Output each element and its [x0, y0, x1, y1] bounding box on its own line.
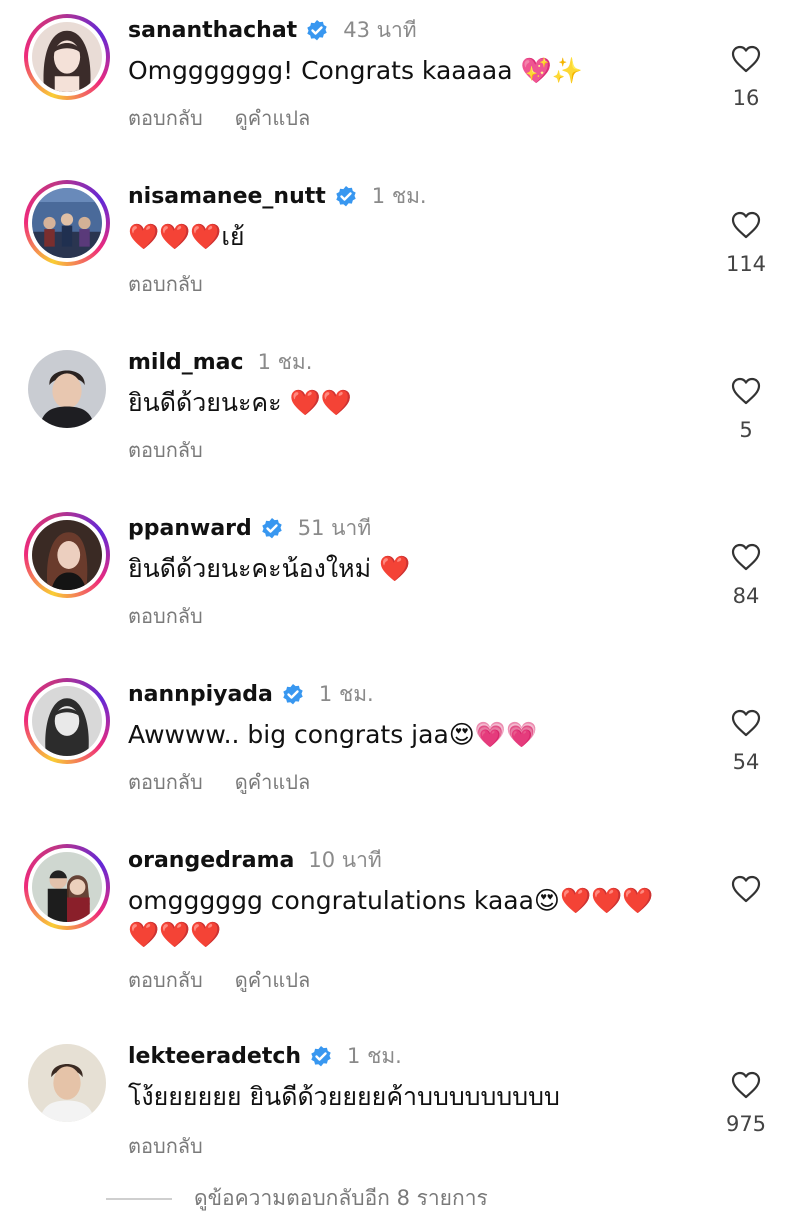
like-count: 114 [725, 252, 767, 276]
comment-item: nisamanee_nutt 1 ชม. ❤️❤️❤️เย้ ตอบกลับ 1… [0, 166, 800, 332]
heart-outline-icon[interactable] [730, 210, 762, 240]
comment-item: lekteeradetch 1 ชม. โง้ยยยยยย ยินดีด้วยย… [0, 1026, 800, 1176]
reply-button[interactable]: ตอบกลับ [128, 964, 203, 996]
avatar[interactable] [24, 512, 110, 598]
comment-item: orangedrama 10 นาที omgggggg congratulat… [0, 830, 800, 1026]
divider [106, 1197, 172, 1200]
username[interactable]: sananthachat [128, 18, 297, 43]
avatar-photo [28, 350, 106, 428]
comment-item: mild_mac 1 ชม. ยินดีด้วยนะคะ ❤️❤️ ตอบกลั… [0, 332, 800, 498]
like-count: 16 [732, 86, 760, 110]
like-count: 5 [739, 418, 753, 442]
see-translation-button[interactable]: ดูคำแปล [235, 964, 310, 996]
username[interactable]: ppanward [128, 516, 252, 541]
username[interactable]: orangedrama [128, 848, 294, 873]
username[interactable]: nisamanee_nutt [128, 184, 326, 209]
timestamp: 43 นาที [343, 18, 417, 42]
username[interactable]: nannpiyada [128, 682, 273, 707]
avatar-photo [32, 22, 102, 92]
view-more-replies[interactable]: ดูข้อความตอบกลับอีก 8 รายการ [106, 1182, 488, 1215]
heart-outline-icon[interactable] [730, 376, 762, 406]
see-translation-button[interactable]: ดูคำแปล [235, 766, 310, 798]
avatar-photo [28, 1044, 106, 1122]
avatar-photo [32, 520, 102, 590]
avatar[interactable] [24, 1040, 110, 1126]
comment-item: sananthachat 43 นาที Omggggggg! Congrats… [0, 0, 800, 166]
comment-text: Omggggggg! Congrats kaaaaa 💖✨ [128, 56, 583, 85]
avatar[interactable] [24, 180, 110, 266]
heart-outline-icon[interactable] [730, 874, 762, 904]
heart-outline-icon[interactable] [730, 542, 762, 572]
reply-button[interactable]: ตอบกลับ [128, 766, 203, 798]
comment-item: nannpiyada 1 ชม. Awwww.. big congrats ja… [0, 664, 800, 830]
comment-text: โง้ยยยยยย ยินดีด้วยยยยค้าบบบบบบบบบ [128, 1082, 560, 1111]
username[interactable]: mild_mac [128, 350, 244, 375]
verified-badge-icon [309, 1045, 333, 1069]
reply-button[interactable]: ตอบกลับ [128, 102, 203, 134]
comment-text: ยินดีด้วยนะคะ ❤️❤️ [128, 388, 352, 417]
reply-button[interactable]: ตอบกลับ [128, 434, 203, 466]
comment-item: ppanward 51 นาที ยินดีด้วยนะคะน้องใหม่ ❤… [0, 498, 800, 664]
like-count: 84 [732, 584, 760, 608]
reply-button[interactable]: ตอบกลับ [128, 1130, 203, 1162]
reply-button[interactable]: ตอบกลับ [128, 268, 203, 300]
timestamp: 10 นาที [308, 848, 382, 872]
verified-badge-icon [334, 185, 358, 209]
comment-text: Awwww.. big congrats jaa😍💗💗 [128, 720, 538, 749]
avatar[interactable] [24, 14, 110, 100]
timestamp: 1 ชม. [257, 350, 313, 374]
timestamp: 1 ชม. [318, 682, 374, 706]
avatar[interactable] [24, 678, 110, 764]
username[interactable]: lekteeradetch [128, 1044, 301, 1069]
timestamp: 1 ชม. [347, 1044, 402, 1068]
avatar[interactable] [24, 844, 110, 930]
comment-text: ยินดีด้วยนะคะน้องใหม่ ❤️ [128, 554, 411, 583]
heart-outline-icon[interactable] [730, 44, 762, 74]
avatar-photo [32, 852, 102, 922]
heart-outline-icon[interactable] [730, 1070, 762, 1100]
like-count: 54 [732, 750, 760, 774]
like-count: 975 [725, 1112, 767, 1136]
avatar[interactable] [24, 346, 110, 432]
timestamp: 1 ชม. [371, 184, 427, 208]
reply-button[interactable]: ตอบกลับ [128, 600, 203, 632]
verified-badge-icon [305, 19, 329, 43]
avatar-photo [32, 686, 102, 756]
verified-badge-icon [260, 517, 284, 541]
timestamp: 51 นาที [297, 516, 372, 540]
comment-text: ❤️❤️❤️เย้ [128, 222, 245, 251]
verified-badge-icon [281, 683, 305, 707]
heart-outline-icon[interactable] [730, 708, 762, 738]
see-translation-button[interactable]: ดูคำแปล [235, 102, 310, 134]
avatar-photo [32, 188, 102, 258]
comment-text: omgggggg congratulations kaaa😍❤️❤️❤️ ❤️❤… [128, 886, 654, 949]
view-more-replies-label[interactable]: ดูข้อความตอบกลับอีก 8 รายการ [194, 1182, 488, 1215]
